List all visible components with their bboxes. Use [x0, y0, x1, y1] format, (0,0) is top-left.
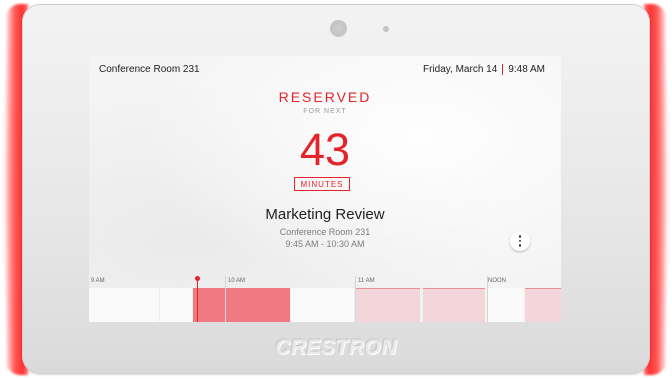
room-name: Conference Room 231: [99, 64, 200, 75]
timeline-label: 10 AM: [228, 278, 246, 284]
timeline-slot-free[interactable]: [89, 288, 159, 322]
timeline-slot-booked[interactable]: [423, 288, 485, 322]
timeline-slot-free[interactable]: [291, 288, 354, 322]
date-time: Friday, March 14 9:48 AM: [423, 64, 545, 75]
status-sublabel: FOR NEXT: [303, 108, 347, 115]
meeting-title: Marketing Review: [265, 206, 385, 223]
schedule-timeline[interactable]: 9 AM 10 AM 11 AM NOON: [89, 274, 561, 322]
more-vertical-icon: [518, 235, 522, 247]
sensor-icon: [383, 26, 389, 32]
timeline-label: NOON: [488, 278, 506, 284]
timeline-slot-free[interactable]: [487, 288, 523, 322]
camera-icon: [330, 20, 347, 37]
timeline-slot-free[interactable]: [160, 288, 192, 322]
current-time-indicator: [197, 278, 198, 322]
status-label: RESERVED: [278, 89, 372, 105]
timeline-slot-booked[interactable]: [355, 288, 420, 322]
brand-logo: CRESTRON: [275, 336, 397, 359]
current-time-dot: [195, 276, 200, 281]
timeline-tick: [355, 276, 356, 322]
time-label: 9:48 AM: [508, 64, 545, 75]
remaining-count: 43: [299, 124, 351, 175]
timeline-label: 9 AM: [91, 278, 105, 284]
meeting-room: Conference Room 231: [279, 227, 371, 237]
date-time-divider: [502, 64, 504, 75]
remaining-unit: MINUTES: [294, 177, 350, 191]
meeting-time-range: 9:45 AM - 10:30 AM: [285, 239, 365, 249]
more-options-button[interactable]: [510, 231, 530, 251]
timeline-slot-booked[interactable]: [525, 288, 561, 322]
timeline-tick: [225, 276, 226, 322]
touch-screen: Conference Room 231 Friday, March 14 9:4…: [89, 56, 561, 322]
timeline-slot-current-meeting[interactable]: [193, 288, 290, 322]
date-label: Friday, March 14: [423, 64, 498, 75]
timeline-label: 11 AM: [358, 278, 375, 284]
